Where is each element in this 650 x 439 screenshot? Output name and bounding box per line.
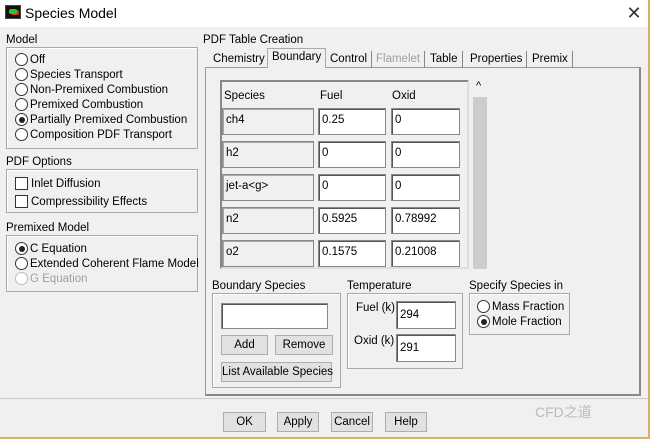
radio-circle[interactable]: [15, 113, 28, 126]
radio-circle[interactable]: [15, 83, 28, 96]
radio-label: Premixed Combustion: [30, 98, 144, 111]
fuel-fraction-input[interactable]: 0.5925: [318, 207, 386, 234]
oxid-fraction-input[interactable]: 0: [391, 141, 460, 168]
oxid-temp-input[interactable]: 291: [396, 334, 456, 362]
radio-label: Non-Premixed Combustion: [30, 83, 169, 96]
help-button[interactable]: Help: [385, 412, 427, 432]
cancel-button[interactable]: Cancel: [331, 412, 373, 432]
tab-boundary[interactable]: Boundary: [267, 48, 327, 68]
premixed-model-label: Premixed Model: [6, 222, 90, 234]
temperature-label: Temperature: [347, 280, 412, 292]
species-model-dialog: Species Model ✕ Model Off Species Transpo…: [0, 0, 650, 439]
pdf-table-label: PDF Table Creation: [203, 34, 304, 46]
tab-flamelet: Flamelet: [372, 51, 426, 68]
inlet-diffusion-checkbox[interactable]: Inlet Diffusion: [15, 177, 100, 190]
species-header: Species: [224, 90, 265, 102]
boundary-species-label: Boundary Species: [212, 280, 306, 292]
oxid-temp-label: Oxid (k): [354, 335, 395, 347]
remove-button[interactable]: Remove: [275, 335, 333, 355]
checkbox-label: Inlet Diffusion: [31, 177, 101, 190]
fuel-fraction-input[interactable]: 0: [318, 174, 386, 201]
fuel-fraction-input[interactable]: 0.25: [318, 108, 386, 135]
model-option-radio[interactable]: Species Transport: [15, 68, 123, 81]
oxid-header: Oxid: [392, 90, 416, 102]
radio-circle[interactable]: [15, 257, 28, 270]
radio-label: Mass Fraction: [492, 300, 565, 313]
boundary-species-input[interactable]: [221, 303, 328, 329]
oxid-fraction-input[interactable]: 0: [391, 174, 460, 201]
watermark: CFD之道: [535, 404, 592, 420]
species-cell: h2: [222, 141, 314, 168]
radio-label: Mole Fraction: [492, 315, 562, 328]
radio-label: Composition PDF Transport: [30, 128, 172, 141]
fuel-fraction-input[interactable]: 0: [318, 141, 386, 168]
model-option-radio[interactable]: Composition PDF Transport: [15, 128, 172, 141]
fuel-temp-input[interactable]: 294: [396, 301, 456, 329]
radio-label: Off: [30, 53, 46, 66]
model-label: Model: [6, 34, 38, 46]
divider: [0, 398, 648, 399]
radio-circle[interactable]: [15, 128, 28, 141]
mass-fraction-radio[interactable]: Mass Fraction: [477, 300, 564, 313]
oxid-fraction-input[interactable]: 0.21008: [391, 240, 460, 267]
species-cell: o2: [222, 240, 314, 267]
species-cell: n2: [222, 207, 314, 234]
window-title: Species Model: [25, 5, 117, 21]
app-icon: [5, 5, 21, 19]
tab-premix[interactable]: Premix: [528, 51, 573, 68]
checkbox-label: Compressibility Effects: [31, 195, 148, 208]
premixed-model-radio[interactable]: Extended Coherent Flame Model: [15, 257, 199, 270]
tab-control[interactable]: Control: [326, 51, 373, 68]
pdf-options-label: PDF Options: [6, 156, 72, 168]
scroll-up-icon[interactable]: ^: [476, 80, 481, 92]
apply-button[interactable]: Apply: [277, 412, 319, 432]
fuel-header: Fuel: [320, 90, 343, 102]
model-option-radio[interactable]: Non-Premixed Combustion: [15, 83, 168, 96]
ok-button[interactable]: OK: [223, 412, 266, 432]
radio-circle[interactable]: [15, 98, 28, 111]
checkbox-box[interactable]: [15, 195, 28, 208]
table-scrollbar[interactable]: ^: [473, 80, 487, 269]
fuel-fraction-input[interactable]: 0.1575: [318, 240, 386, 267]
title-bar: Species Model ✕: [0, 0, 648, 27]
scrollbar-thumb[interactable]: [473, 97, 487, 269]
radio-label: Species Transport: [30, 68, 123, 81]
radio-label: C Equation: [30, 242, 87, 255]
model-option-radio[interactable]: Partially Premixed Combustion: [15, 113, 187, 126]
premixed-model-radio[interactable]: C Equation: [15, 242, 87, 255]
oxid-fraction-input[interactable]: 0: [391, 108, 460, 135]
tab-table[interactable]: Table: [426, 51, 463, 68]
tab-chemistry[interactable]: Chemistry: [209, 51, 270, 68]
model-option-radio[interactable]: Premixed Combustion: [15, 98, 143, 111]
species-cell: ch4: [222, 108, 314, 135]
radio-circle[interactable]: [15, 242, 28, 255]
specify-species-label: Specify Species in: [469, 280, 563, 292]
premixed-model-radio: G Equation: [15, 272, 88, 285]
radio-label: G Equation: [30, 272, 88, 285]
radio-circle[interactable]: [477, 315, 490, 328]
radio-circle[interactable]: [477, 300, 490, 313]
checkbox-box[interactable]: [15, 177, 28, 190]
list-available-species-button[interactable]: List Available Species: [221, 362, 333, 382]
model-option-radio[interactable]: Off: [15, 53, 45, 66]
radio-label: Partially Premixed Combustion: [30, 113, 188, 126]
radio-circle: [15, 272, 28, 285]
close-button[interactable]: ✕: [622, 2, 646, 24]
fuel-temp-label: Fuel (k): [356, 302, 395, 314]
oxid-fraction-input[interactable]: 0.78992: [391, 207, 460, 234]
radio-label: Extended Coherent Flame Model: [30, 257, 199, 270]
radio-circle[interactable]: [15, 68, 28, 81]
mole-fraction-radio[interactable]: Mole Fraction: [477, 315, 562, 328]
tab-properties[interactable]: Properties: [466, 51, 528, 68]
radio-circle[interactable]: [15, 53, 28, 66]
species-cell: jet-a<g>: [222, 174, 314, 201]
add-button[interactable]: Add: [221, 335, 268, 355]
compressibility-effects-checkbox[interactable]: Compressibility Effects: [15, 195, 147, 208]
